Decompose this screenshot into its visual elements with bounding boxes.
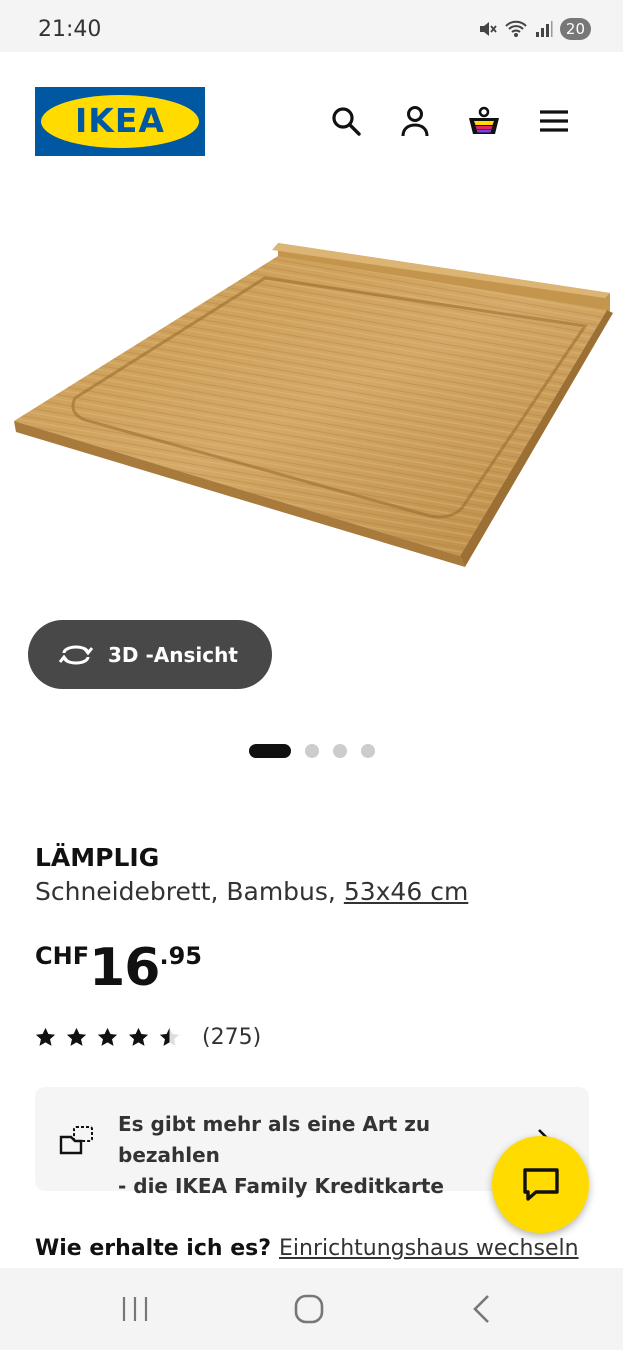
chat-button[interactable] — [492, 1136, 589, 1233]
search-icon[interactable] — [329, 104, 363, 138]
payment-hand-icon — [59, 1126, 93, 1155]
view-3d-label: 3D -Ansicht — [108, 642, 238, 667]
battery-indicator: 20 — [559, 18, 591, 40]
half-star-icon — [159, 1027, 180, 1046]
star-icon — [97, 1027, 118, 1046]
menu-icon[interactable] — [537, 104, 571, 138]
status-icons: 20 — [477, 18, 591, 40]
image-pagination — [249, 744, 375, 758]
status-bar: 21:40 20 — [0, 0, 623, 52]
review-count: (275) — [202, 1025, 262, 1050]
star-icon — [66, 1027, 87, 1046]
product-rating[interactable]: (275) — [35, 1025, 261, 1050]
app-header: IKEA — [0, 52, 623, 192]
recent-apps-icon[interactable] — [118, 1292, 152, 1326]
star-icon — [128, 1027, 149, 1046]
pagination-dot-3[interactable] — [333, 744, 347, 758]
pagination-dot-4[interactable] — [361, 744, 375, 758]
chat-bubble-icon — [522, 1167, 559, 1201]
rotate-3d-icon — [58, 645, 94, 664]
price-integer: 16 — [89, 938, 160, 998]
product-price: CHF 16 .95 — [35, 940, 202, 996]
system-nav-bar — [0, 1268, 623, 1350]
back-icon[interactable] — [466, 1292, 500, 1326]
payment-info-text: Es gibt mehr als eine Art zu bezahlen - … — [118, 1109, 518, 1202]
basket-icon[interactable] — [467, 104, 501, 138]
signal-icon — [535, 21, 553, 37]
star-icon — [35, 1027, 56, 1046]
payment-line-2: - die IKEA Family Kreditkarte — [118, 1174, 444, 1198]
price-currency: CHF — [35, 942, 90, 970]
product-type: Schneidebrett, Bambus, — [35, 877, 336, 906]
status-time: 21:40 — [38, 17, 102, 42]
payment-line-1: Es gibt mehr als eine Art zu bezahlen — [118, 1112, 431, 1167]
price-decimal: .95 — [159, 942, 202, 970]
wifi-icon — [505, 20, 527, 37]
product-description: Schneidebrett, Bambus, 53x46 cm — [35, 877, 468, 906]
ikea-logo[interactable]: IKEA — [35, 87, 205, 156]
logo-text: IKEA — [75, 101, 165, 140]
change-store-link[interactable]: Einrichtungshaus wechseln — [279, 1236, 579, 1261]
account-icon[interactable] — [398, 104, 432, 138]
product-image[interactable] — [10, 238, 613, 573]
delivery-row: Wie erhalte ich es? Einrichtungshaus wec… — [35, 1236, 595, 1261]
mute-icon — [479, 22, 497, 36]
product-size-link[interactable]: 53x46 cm — [344, 877, 468, 906]
pagination-dot-1[interactable] — [249, 744, 291, 758]
home-icon[interactable] — [292, 1292, 326, 1326]
product-name: LÄMPLIG — [35, 843, 160, 872]
view-3d-button[interactable]: 3D -Ansicht — [28, 620, 272, 689]
delivery-question: Wie erhalte ich es? — [35, 1236, 271, 1261]
pagination-dot-2[interactable] — [305, 744, 319, 758]
